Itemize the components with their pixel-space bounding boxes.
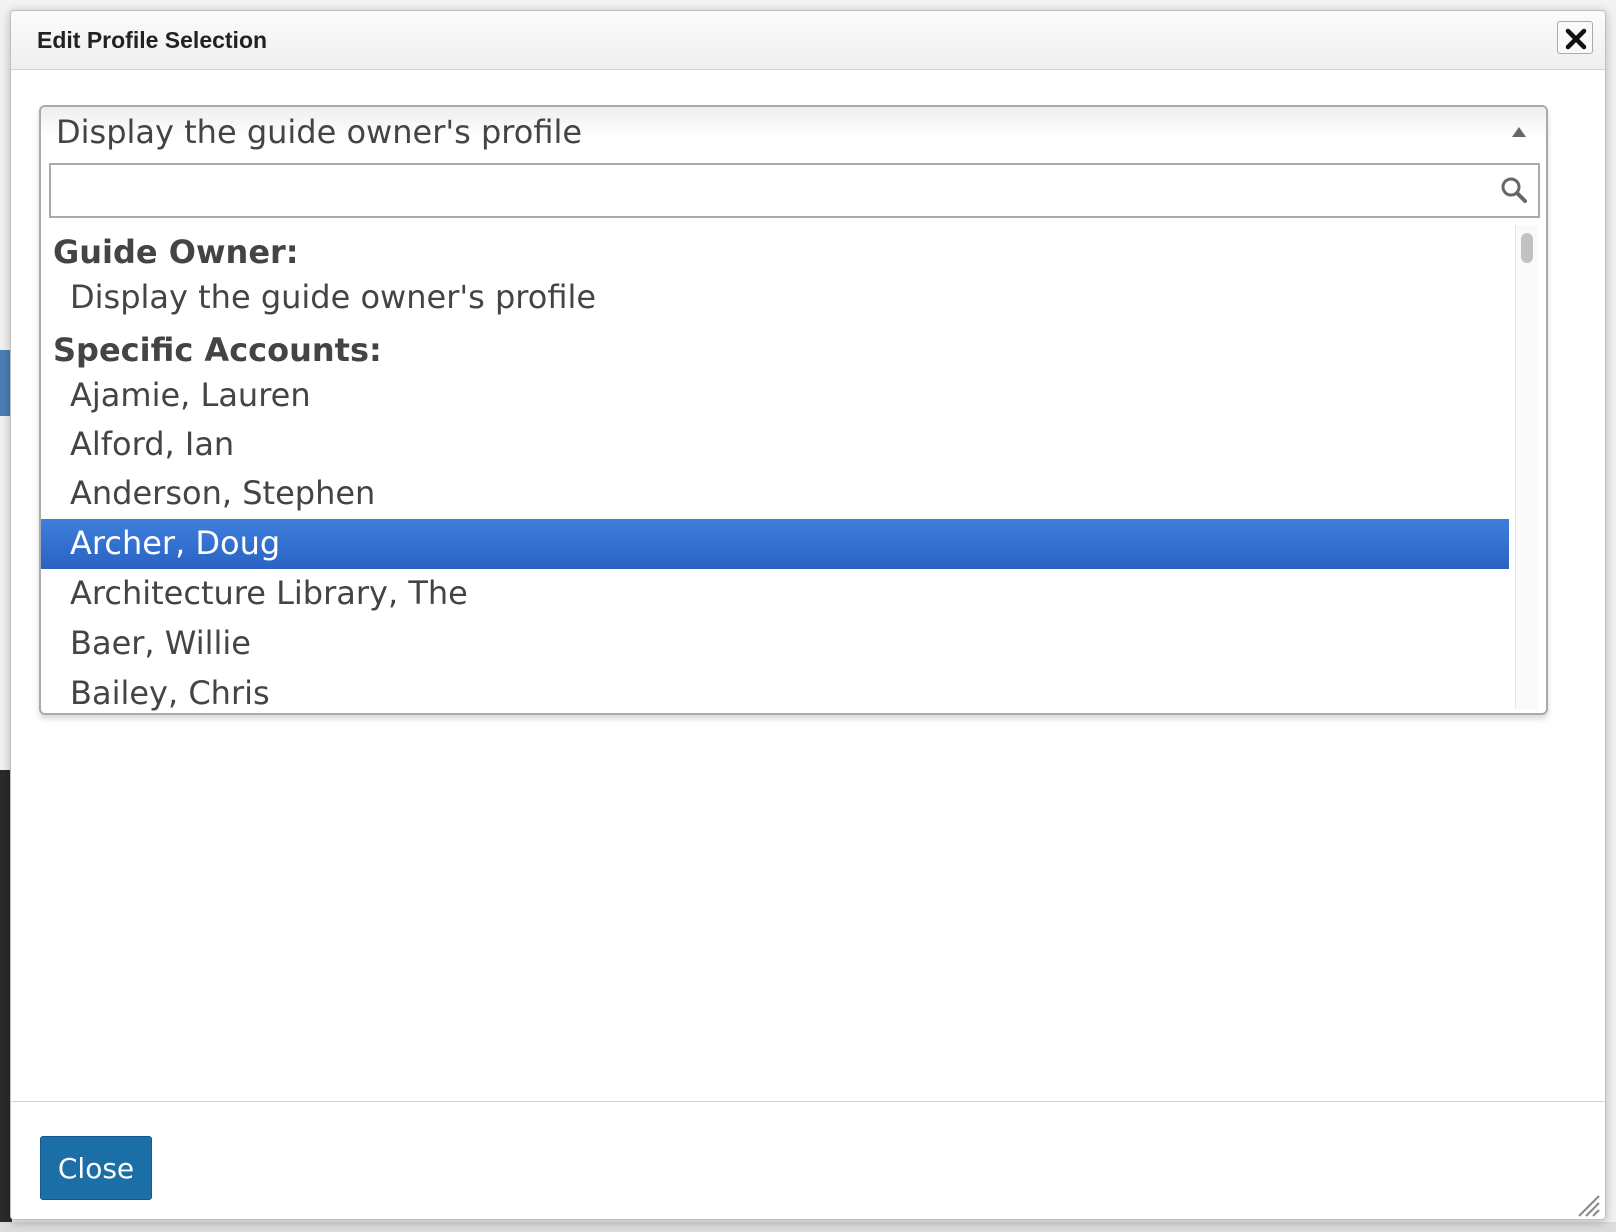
option-architecture-library[interactable]: Architecture Library, The [41, 569, 1509, 619]
group-label-guide-owner: Guide Owner: [53, 233, 299, 271]
dialog-footer: Close [11, 1101, 1605, 1219]
option-guide-owner-profile[interactable]: Display the guide owner's profile [41, 273, 1509, 323]
search-icon [1501, 177, 1527, 203]
results-scrollbar[interactable] [1515, 225, 1538, 709]
group-label-specific-accounts: Specific Accounts: [53, 331, 382, 369]
select-current-value[interactable]: Display the guide owner's profile [41, 107, 1546, 159]
option-archer-doug[interactable]: Archer, Doug [41, 519, 1509, 569]
resize-grip-icon[interactable] [1575, 1192, 1601, 1218]
edit-profile-dialog: Edit Profile Selection Display the guide… [10, 10, 1606, 1220]
dialog-close-button[interactable] [1557, 21, 1593, 54]
option-alford-ian[interactable]: Alford, Ian [41, 420, 1509, 470]
scrollbar-thumb[interactable] [1521, 233, 1533, 263]
option-baer-willie[interactable]: Baer, Willie [41, 619, 1509, 669]
profile-select[interactable]: Display the guide owner's profile Guide … [39, 105, 1548, 715]
results-list[interactable]: Guide Owner: Display the guide owner's p… [41, 225, 1509, 713]
close-icon [1565, 28, 1587, 50]
search-field[interactable] [49, 163, 1540, 218]
close-button[interactable]: Close [40, 1136, 152, 1200]
dialog-title: Edit Profile Selection [37, 27, 268, 53]
chevron-up-icon[interactable] [1512, 127, 1526, 137]
option-ajamie-lauren[interactable]: Ajamie, Lauren [41, 371, 1509, 421]
dialog-header: Edit Profile Selection [11, 11, 1605, 70]
option-bailey-chris[interactable]: Bailey, Chris [41, 669, 1509, 713]
selected-value-label: Display the guide owner's profile [56, 113, 583, 151]
background-bottom-strip [0, 1222, 1616, 1232]
option-anderson-stephen[interactable]: Anderson, Stephen [41, 469, 1509, 519]
search-input[interactable] [51, 165, 1491, 216]
